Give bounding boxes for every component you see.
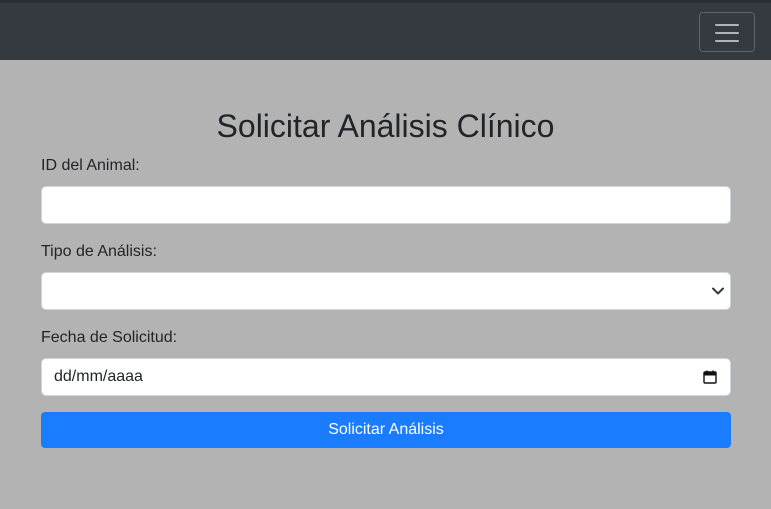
page-title: Solicitar Análisis Clínico: [216, 108, 555, 144]
submit-analysis-button[interactable]: Solicitar Análisis: [41, 412, 731, 448]
navbar: [0, 0, 771, 60]
animal-id-label: ID del Animal:: [41, 157, 140, 174]
hamburger-menu-icon: [715, 24, 739, 26]
chevron-down-icon: [711, 283, 725, 299]
calendar-icon[interactable]: [703, 370, 717, 384]
request-date-label: Fecha de Solicitud:: [41, 329, 178, 346]
request-date-input[interactable]: dd/mm/aaaa: [41, 358, 731, 396]
hamburger-menu-icon-bar: [715, 40, 739, 42]
analysis-type-label: Tipo de Análisis:: [41, 243, 157, 260]
analysis-type-select[interactable]: [41, 272, 731, 310]
hamburger-menu-icon-bar: [715, 32, 739, 34]
navbar-toggler-button[interactable]: [699, 12, 755, 52]
animal-id-input[interactable]: [41, 186, 731, 224]
request-date-placeholder: dd/mm/aaaa: [54, 368, 143, 385]
